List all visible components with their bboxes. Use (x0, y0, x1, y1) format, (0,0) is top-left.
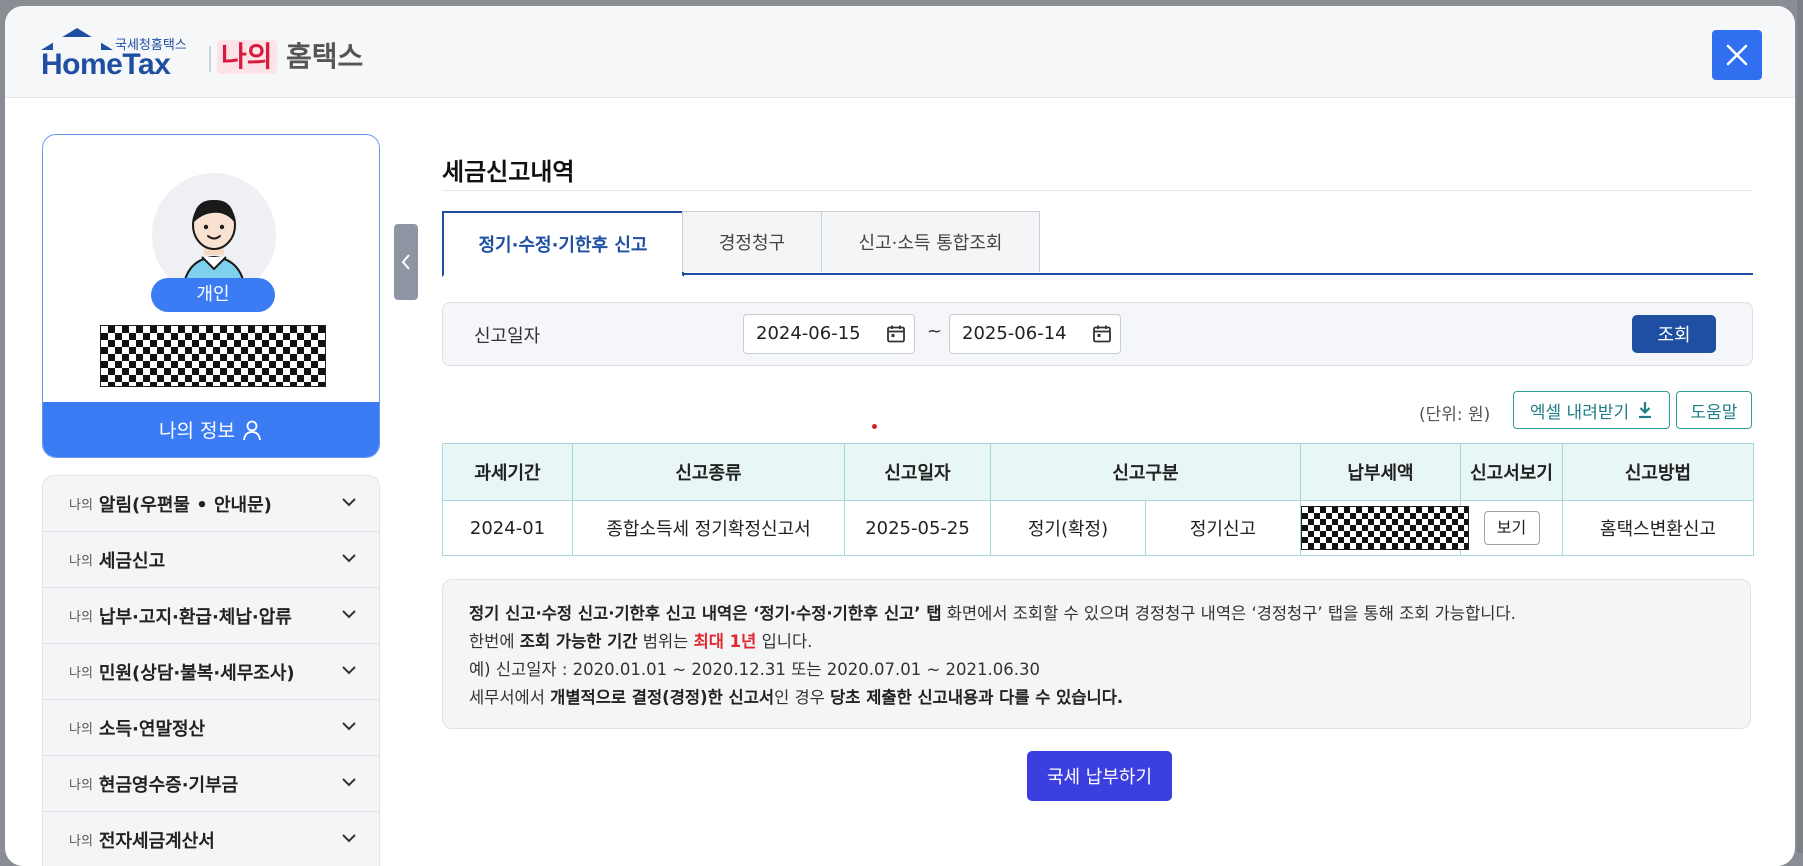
search-button[interactable]: 조회 (1632, 315, 1716, 353)
cell-category-1: 정기(확정) (990, 500, 1146, 556)
unit-label: (단위: 원) (1419, 405, 1491, 425)
header-view: 신고서보기 (1460, 443, 1563, 501)
chevron-down-icon (342, 722, 356, 731)
menu-prefix: 나의 (69, 554, 93, 569)
user-type-badge: 개인 (151, 278, 275, 312)
filing-history-table: 과세기간 신고종류 신고일자 신고구분 납부세액 신고서보기 신고방법 2024… (442, 443, 1754, 556)
header-type: 신고종류 (572, 443, 845, 501)
tab-regular-filing[interactable]: 정기·수정·기한후 신고 (442, 211, 684, 277)
filing-date-label: 신고일자 (474, 326, 541, 347)
close-icon (1726, 44, 1748, 66)
sidebar-collapse-button[interactable] (394, 224, 418, 300)
cell-method: 홈택스변환신고 (1562, 500, 1754, 556)
logo-text: HomeTax (41, 48, 171, 81)
my-info-label: 나의 정보 (159, 420, 235, 442)
cell-category-2: 정기신고 (1145, 500, 1301, 556)
chevron-left-icon (401, 254, 410, 270)
chevron-down-icon (342, 834, 356, 843)
date-range-separator: ~ (927, 321, 943, 342)
end-date-value: 2025-06-14 (962, 323, 1067, 344)
cell-period: 2024-01 (442, 500, 573, 556)
tab-bar: 정기·수정·기한후 신고 경정청구 신고·소득 통합조회 (442, 211, 1753, 277)
tab-correction-claim[interactable]: 경정청구 (682, 211, 822, 272)
calendar-icon[interactable] (1092, 324, 1112, 344)
menu-item-label: 소득·연말정산 (98, 718, 206, 740)
chevron-down-icon (342, 554, 356, 563)
notice-line-1: 정기 신고·수정 신고·기한후 신고 내역은 ‘정기·수정·기한후 신고’ 탭 … (469, 604, 1516, 623)
menu-prefix: 나의 (69, 778, 93, 793)
menu-item-notifications[interactable]: 나의 알림(우편물 • 안내문) (43, 476, 379, 532)
red-dot-marker (872, 424, 877, 429)
tab-integrated-inquiry[interactable]: 신고·소득 통합조회 (821, 211, 1040, 272)
cell-amount (1300, 500, 1469, 556)
date-search-panel: 신고일자 2024-06-15 ~ 2025-06-14 조회 (442, 302, 1753, 366)
excel-download-button[interactable]: 엑셀 내려받기 (1513, 391, 1670, 429)
background-overlay (1797, 0, 1803, 853)
title-divider (442, 190, 1753, 191)
cell-view: 보기 (1460, 500, 1563, 556)
logo-divider (209, 46, 211, 72)
menu-item-label: 민원(상담·불복·세무조사) (98, 662, 295, 684)
pay-national-tax-button[interactable]: 국세 납부하기 (1027, 751, 1172, 801)
excel-download-label: 엑셀 내려받기 (1529, 402, 1630, 423)
end-date-input[interactable]: 2025-06-14 (949, 314, 1121, 354)
profile-card: 개인 나의 정보 (42, 134, 380, 458)
notice-line-2: 한번에 조회 가능한 기간 범위는 최대 1년 입니다. (469, 632, 813, 651)
notice-line-3: 예) 신고일자 : 2020.01.01 ~ 2020.12.31 또는 202… (469, 660, 1040, 679)
masked-user-id (100, 325, 326, 387)
chevron-down-icon (342, 778, 356, 787)
cell-date: 2025-05-25 (844, 500, 991, 556)
header-period: 과세기간 (442, 443, 573, 501)
modal-header: 국세청홈택스 HomeTax 나의 홈택스 (5, 6, 1795, 98)
my-info-button[interactable]: 나의 정보 (43, 402, 379, 457)
chevron-down-icon (342, 610, 356, 619)
start-date-input[interactable]: 2024-06-15 (743, 314, 915, 354)
hometax-logo[interactable]: 국세청홈택스 HomeTax (41, 28, 201, 84)
user-icon (243, 420, 261, 440)
menu-item-cash-receipt[interactable]: 나의 현금영수증·기부금 (43, 756, 379, 812)
table-header-row: 과세기간 신고종류 신고일자 신고구분 납부세액 신고서보기 신고방법 (442, 443, 1754, 501)
table-row: 2024-01 종합소득세 정기확정신고서 2025-05-25 정기(확정) … (442, 500, 1754, 556)
menu-item-label: 현금영수증·기부금 (98, 774, 239, 796)
hometax-title: 홈택스 (286, 40, 364, 73)
notice-line-4: 세무서에서 개별적으로 결정(경정)한 신고서인 경우 당초 제출한 신고내용과… (469, 688, 1124, 707)
menu-prefix: 나의 (69, 498, 93, 513)
calendar-icon[interactable] (886, 324, 906, 344)
menu-item-income[interactable]: 나의 소득·연말정산 (43, 700, 379, 756)
menu-item-payment[interactable]: 나의 납부·고지·환급·체납·압류 (43, 588, 379, 644)
cell-type: 종합소득세 정기확정신고서 (572, 500, 845, 556)
menu-item-e-invoice[interactable]: 나의 전자세금계산서 (43, 812, 379, 866)
modal-window: 국세청홈택스 HomeTax 나의 홈택스 개인 나의 정보 나의 알림(우편물… (5, 6, 1795, 866)
menu-prefix: 나의 (69, 834, 93, 849)
menu-prefix: 나의 (69, 610, 93, 625)
my-label: 나의 (217, 40, 277, 74)
masked-amount (1301, 506, 1469, 550)
notice-box: 정기 신고·수정 신고·기한후 신고 내역은 ‘정기·수정·기한후 신고’ 탭 … (442, 579, 1751, 729)
chevron-down-icon (342, 666, 356, 675)
download-icon (1639, 402, 1652, 419)
menu-item-tax-filing[interactable]: 나의 세금신고 (43, 532, 379, 588)
header-category: 신고구분 (990, 443, 1301, 501)
menu-item-label: 세금신고 (98, 550, 166, 572)
side-menu: 나의 알림(우편물 • 안내문) 나의 세금신고 나의 납부·고지·환급·체납·… (42, 475, 380, 866)
menu-item-label: 전자세금계산서 (98, 830, 215, 852)
menu-prefix: 나의 (69, 722, 93, 737)
chevron-down-icon (342, 498, 356, 507)
start-date-value: 2024-06-15 (756, 323, 861, 344)
help-button[interactable]: 도움말 (1676, 391, 1752, 429)
menu-item-label: 알림(우편물 • 안내문) (98, 494, 272, 516)
page-title: 세금신고내역 (442, 158, 575, 186)
menu-item-civil-affairs[interactable]: 나의 민원(상담·불복·세무조사) (43, 644, 379, 700)
close-button[interactable] (1712, 30, 1762, 80)
header-date: 신고일자 (844, 443, 991, 501)
view-report-button[interactable]: 보기 (1483, 511, 1540, 545)
header-method: 신고방법 (1562, 443, 1754, 501)
menu-item-label: 납부·고지·환급·체납·압류 (98, 606, 292, 628)
menu-prefix: 나의 (69, 666, 93, 681)
header-amount: 납부세액 (1300, 443, 1461, 501)
